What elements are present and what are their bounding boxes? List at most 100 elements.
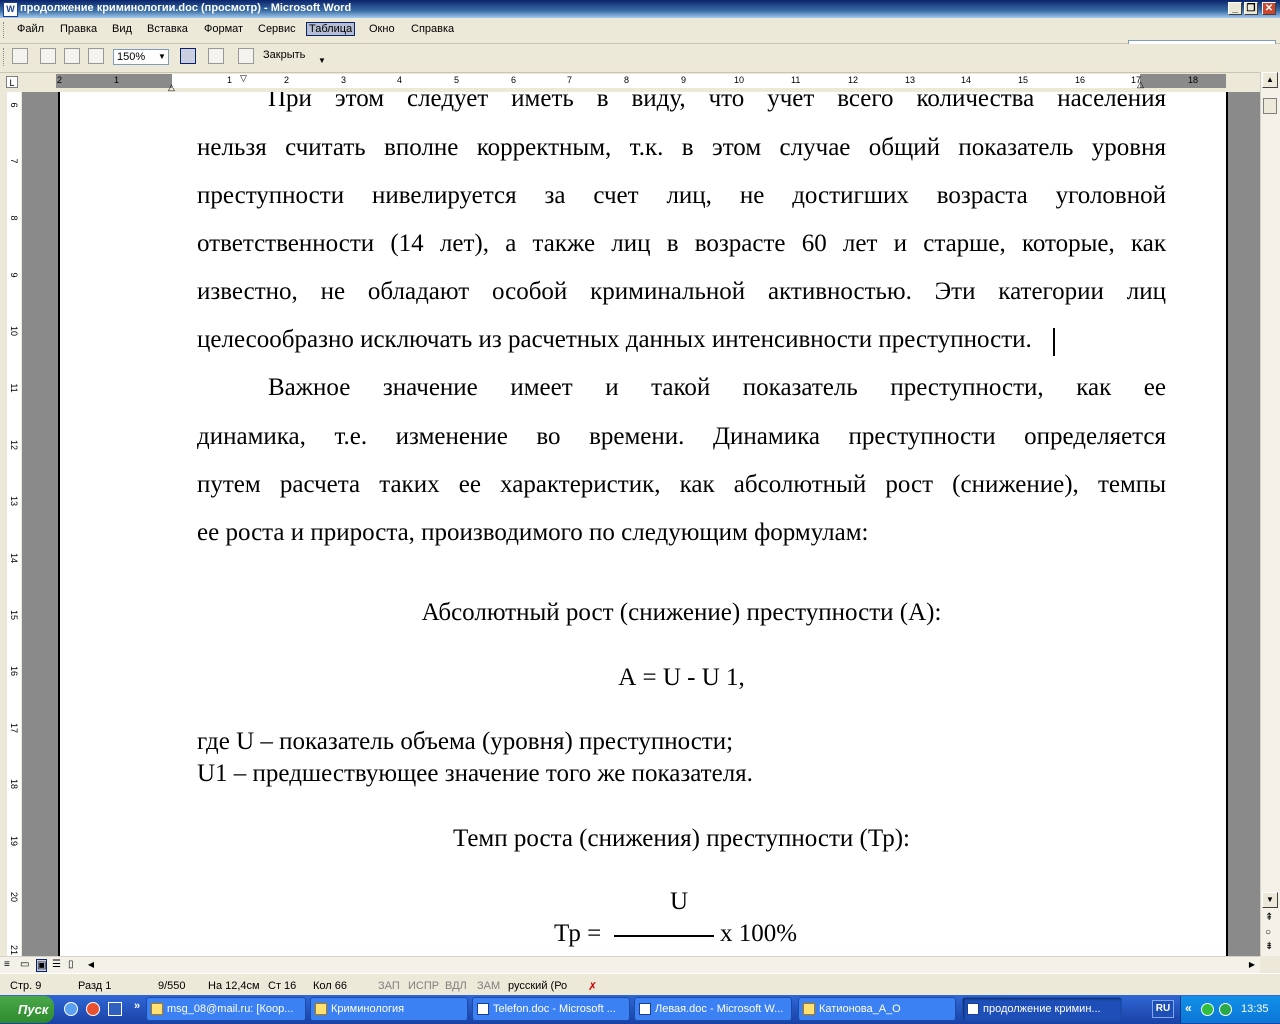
word-app-icon[interactable]: W [3, 2, 18, 17]
task-button-word-telefon[interactable]: Telefon.doc - Microsoft ... [472, 997, 630, 1021]
menu-help[interactable]: Справка [408, 22, 457, 36]
print-layout-view-icon[interactable]: ▣ [36, 959, 48, 972]
vertical-scrollbar[interactable]: ▲ ▼ ⇞ ○ ⇟ [1260, 72, 1280, 956]
toolbar-grip[interactable] [3, 48, 7, 66]
ruler-number: 17 [9, 722, 19, 733]
save-quicklaunch-icon[interactable] [108, 1002, 122, 1016]
menu-table[interactable]: Таблица [306, 22, 356, 36]
ruler-number: 10 [9, 325, 19, 336]
next-page-icon[interactable]: ⇟ [1265, 941, 1273, 952]
one-page-icon[interactable] [64, 48, 80, 64]
scroll-up-icon[interactable]: ▲ [1262, 72, 1278, 88]
ruler-number: 9 [681, 75, 687, 85]
quicklaunch-more-icon[interactable]: » [134, 1000, 140, 1012]
menu-file[interactable]: Файл [14, 22, 47, 36]
language-indicator[interactable]: RU [1152, 1000, 1174, 1018]
magnifier-icon[interactable] [40, 48, 56, 64]
zoom-select[interactable]: 150% ▼ [113, 49, 169, 65]
scroll-left-icon[interactable]: ◀ [84, 958, 98, 972]
horizontal-scrollbar[interactable]: ≡ ▭ ▣ ☰ ▯ ◀ ▶ [0, 956, 1260, 974]
messenger-tray-icon[interactable] [1219, 1003, 1232, 1016]
status-page: Стр. 9 [10, 980, 42, 992]
ruler-number: 19 [9, 835, 19, 846]
ruler-number: 13 [905, 75, 916, 85]
scroll-right-icon[interactable]: ▶ [1245, 958, 1259, 972]
reading-view-icon[interactable]: ▯ [68, 959, 74, 970]
network-tray-icon[interactable] [1201, 1003, 1214, 1016]
task-label: Telefon.doc - Microsoft ... [493, 1003, 616, 1015]
chevron-down-icon[interactable]: ▼ [156, 50, 168, 64]
document-area[interactable]: При этом следует иметь в виду, что учет … [22, 92, 1260, 956]
ruler-number: 1 [227, 75, 233, 85]
ruler-number: 12 [9, 439, 19, 450]
status-record[interactable]: ЗАП [378, 980, 400, 992]
task-button-firefox[interactable]: msg_08@mail.ru: [Коор... [146, 997, 306, 1021]
paragraph-line: Важное значение имеет и такой показатель… [268, 374, 1166, 401]
restore-button[interactable]: ❐ [1244, 2, 1258, 15]
paragraph-line: ее роста и прироста, производимого по сл… [197, 519, 869, 546]
toolbar-options-icon[interactable]: ▼ [318, 56, 326, 65]
normal-view-icon[interactable]: ≡ [4, 959, 10, 970]
menu-insert[interactable]: Вставка [144, 22, 191, 36]
status-extend[interactable]: ВДЛ [445, 980, 467, 992]
print-icon[interactable] [12, 48, 28, 64]
document-page[interactable]: При этом следует иметь в виду, что учет … [58, 92, 1228, 956]
paragraph-line: преступности нивелируется за счет лиц, н… [197, 182, 1166, 209]
tray-expand-icon[interactable]: « [1185, 1001, 1192, 1015]
ruler-toggle-icon[interactable] [180, 48, 196, 64]
first-line-indent-marker[interactable]: ▽ [240, 73, 247, 84]
start-button[interactable]: Пуск [0, 996, 54, 1023]
previous-page-icon[interactable]: ⇞ [1265, 912, 1273, 923]
menu-view[interactable]: Вид [109, 22, 135, 36]
scroll-down-icon[interactable]: ▼ [1262, 892, 1278, 908]
scroll-thumb[interactable] [1263, 98, 1277, 114]
outline-view-icon[interactable]: ☰ [52, 959, 61, 970]
ruler-number: 7 [9, 158, 19, 164]
ie-quicklaunch-icon[interactable] [64, 1002, 78, 1016]
status-track-changes[interactable]: ИСПР [408, 980, 439, 992]
ruler-number: 3 [341, 75, 347, 85]
ruler-number: 2 [57, 75, 63, 85]
fraction-bar [614, 935, 714, 937]
folder-icon [803, 1003, 815, 1015]
ruler-number: 6 [511, 75, 517, 85]
clock[interactable]: 13:35 [1241, 1003, 1269, 1015]
full-screen-icon[interactable] [238, 48, 254, 64]
status-overtype[interactable]: ЗАМ [477, 980, 500, 992]
menu-format[interactable]: Формат [201, 22, 246, 36]
status-line: Ст 16 [268, 980, 297, 992]
media-quicklaunch-icon[interactable] [86, 1002, 100, 1016]
close-window-button[interactable]: ✕ [1262, 2, 1276, 15]
menu-edit[interactable]: Правка [57, 22, 100, 36]
menubar-grip[interactable] [3, 22, 7, 38]
paragraph-line: нельзя считать вполне корректным, т.к. в… [197, 134, 1166, 161]
task-button-active-word[interactable]: продолжение кримин... [962, 997, 1122, 1021]
formula: А = U - U 1, [618, 664, 745, 691]
menu-tools[interactable]: Сервис [255, 22, 299, 36]
multiple-pages-icon[interactable] [88, 48, 104, 64]
paragraph-line: динамика, т.е. изменение во времени. Дин… [197, 423, 1166, 450]
task-button-word-levaya[interactable]: Левая.doc - Microsoft W... [634, 997, 792, 1021]
task-button-folder-kationova[interactable]: Катионова_А_О [798, 997, 956, 1021]
tab-selector-icon[interactable]: L [6, 76, 18, 88]
right-indent-marker[interactable]: △ [1137, 79, 1144, 90]
shrink-to-fit-icon[interactable] [208, 48, 224, 64]
menu-window[interactable]: Окно [366, 22, 398, 36]
task-button-folder[interactable]: Криминология [310, 997, 468, 1021]
minimize-button[interactable]: _ [1228, 2, 1242, 15]
ruler-number: 8 [9, 215, 19, 221]
title-bar[interactable]: W продолжение криминологии.doc (просмотр… [0, 0, 1280, 18]
ruler-number: 13 [9, 495, 19, 506]
ruler-number: 12 [848, 75, 859, 85]
close-preview-button[interactable]: Закрыть [263, 49, 305, 61]
paragraph-line: ответственности (14 лет), а также лиц в … [197, 230, 1166, 257]
zoom-value: 150% [117, 51, 146, 63]
fraction-numerator: U [670, 888, 689, 915]
web-view-icon[interactable]: ▭ [20, 959, 29, 970]
ruler-number: 11 [9, 383, 19, 393]
spelling-status-icon[interactable]: ✗ [588, 980, 597, 993]
ruler-number: 18 [1188, 75, 1199, 85]
select-browse-object-icon[interactable]: ○ [1265, 927, 1271, 938]
status-language[interactable]: русский (Ро [508, 980, 567, 992]
formula-heading: Абсолютный рост (снижение) преступности … [421, 599, 942, 626]
